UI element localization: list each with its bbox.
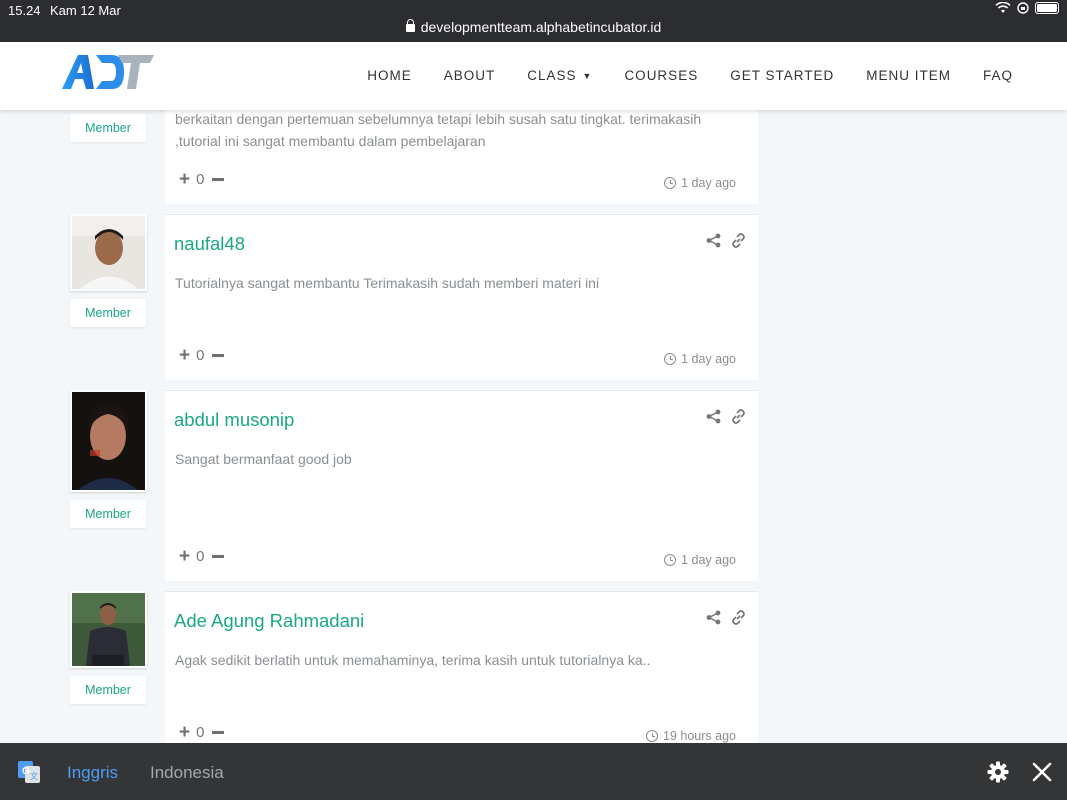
clock-icon (664, 177, 677, 189)
downvote-icon[interactable] (212, 178, 225, 181)
wifi-icon (995, 2, 1011, 13)
lock-icon (405, 19, 415, 32)
vote-count: 0 (196, 171, 205, 188)
avatar[interactable] (70, 390, 147, 492)
clock-icon (664, 554, 677, 566)
nav-class-label: CLASS (527, 68, 577, 83)
url-text: developmentteam.alphabetincubator.id (420, 19, 662, 35)
site-header: HOME ABOUT CLASS ▼ COURSES GET STARTED ME… (0, 42, 1067, 110)
comment-text: Tutorialnya sangat membantu Terimakasih … (175, 275, 600, 291)
upvote-icon[interactable]: + (179, 346, 190, 365)
downvote-icon[interactable] (212, 555, 225, 558)
url-bar[interactable]: developmentteam.alphabetincubator.id (0, 19, 1067, 35)
link-icon[interactable] (731, 233, 746, 248)
link-icon[interactable] (731, 409, 746, 424)
role-badge: Member (70, 500, 146, 528)
nav-home[interactable]: HOME (367, 68, 412, 83)
adt-logo-icon (62, 55, 154, 89)
upvote-icon[interactable]: + (179, 723, 190, 742)
nav-courses[interactable]: COURSES (624, 68, 698, 83)
avatar[interactable] (70, 591, 147, 668)
comment-item: Member Ade Agung Rahmadani Agak sedikit … (70, 591, 758, 743)
role-badge: Member (70, 676, 146, 704)
time-label: 1 day ago (681, 553, 736, 567)
role-badge: Member (70, 299, 146, 327)
time-label: 19 hours ago (663, 729, 736, 743)
comment-actions (706, 233, 746, 248)
avatar[interactable] (70, 214, 147, 291)
comment-author[interactable]: Ade Agung Rahmadani (174, 610, 364, 632)
comment-text: Sangat bermanfaat good job (175, 451, 352, 467)
comment-card: naufal48 Tutorialnya sangat membantu Ter… (165, 214, 758, 380)
comment-item: Member berkaitan dengan pertemuan sebelu… (70, 110, 758, 204)
comment-time: 1 day ago (664, 176, 736, 190)
vote-count: 0 (196, 548, 205, 565)
nav-about[interactable]: ABOUT (444, 68, 496, 83)
comment-time: 19 hours ago (646, 729, 736, 743)
browser-status-bar: 15.24 Kam 12 Mar developmentteam.alphabe… (0, 0, 1067, 42)
clock-icon (646, 730, 659, 742)
status-time: 15.24 (8, 3, 41, 18)
upvote-icon[interactable]: + (179, 547, 190, 566)
time-label: 1 day ago (681, 352, 736, 366)
vote-count: 0 (196, 724, 205, 741)
nav-class[interactable]: CLASS ▼ (527, 68, 592, 83)
comment-actions (706, 610, 746, 625)
caret-down-icon: ▼ (582, 71, 593, 81)
vote-controls: + 0 (179, 723, 225, 742)
comment-time: 1 day ago (664, 553, 736, 567)
google-translate-icon[interactable]: G 文 (18, 761, 40, 783)
comment-author[interactable]: abdul musonip (174, 409, 294, 431)
time-label: 1 day ago (681, 176, 736, 190)
nav-menu-item[interactable]: MENU ITEM (866, 68, 951, 83)
comment-item: Member naufal48 Tutorialnya sangat memba… (70, 214, 758, 380)
vote-controls: + 0 (179, 346, 225, 365)
svg-text:G: G (22, 766, 30, 777)
comment-card: berkaitan dengan pertemuan sebelumnya te… (165, 110, 758, 204)
share-icon[interactable] (706, 233, 721, 248)
vote-count: 0 (196, 347, 205, 364)
comment-text: Agak sedikit berlatih untuk memahaminya,… (175, 652, 651, 668)
comment-item: Member abdul musonip Sangat bermanfaat g… (70, 390, 758, 581)
svg-text:文: 文 (30, 771, 38, 781)
user-avatar-image (72, 593, 145, 666)
vote-controls: + 0 (179, 170, 225, 189)
comments-list: Member berkaitan dengan pertemuan sebelu… (0, 110, 1067, 743)
gear-icon[interactable] (987, 761, 1009, 783)
vote-controls: + 0 (179, 547, 225, 566)
language-target-tab[interactable]: Indonesia (150, 763, 224, 783)
status-icons (995, 2, 1059, 14)
main-nav: HOME ABOUT CLASS ▼ COURSES GET STARTED ME… (335, 68, 1013, 83)
share-icon[interactable] (706, 409, 721, 424)
comment-author[interactable]: naufal48 (174, 233, 245, 255)
nav-faq[interactable]: FAQ (983, 68, 1013, 83)
comment-time: 1 day ago (664, 352, 736, 366)
language-source-tab[interactable]: Inggris (67, 763, 118, 783)
battery-icon (1035, 2, 1059, 14)
clock-icon (664, 353, 677, 365)
status-date: Kam 12 Mar (50, 3, 121, 18)
nav-get-started[interactable]: GET STARTED (730, 68, 834, 83)
comment-text: berkaitan dengan pertemuan sebelumnya te… (175, 111, 702, 149)
user-avatar-image (72, 216, 145, 289)
downvote-icon[interactable] (212, 731, 225, 734)
upvote-icon[interactable]: + (179, 170, 190, 189)
site-logo[interactable] (60, 51, 156, 96)
comment-card: abdul musonip Sangat bermanfaat good job… (165, 390, 758, 581)
orientation-lock-icon (1017, 2, 1029, 14)
comment-actions (706, 409, 746, 424)
downvote-icon[interactable] (212, 354, 225, 357)
translate-bar: G 文 Inggris Indonesia (0, 743, 1067, 800)
close-icon[interactable] (1031, 761, 1053, 783)
role-badge: Member (70, 114, 146, 142)
comment-card: Ade Agung Rahmadani Agak sedikit berlati… (165, 591, 758, 743)
link-icon[interactable] (731, 610, 746, 625)
share-icon[interactable] (706, 610, 721, 625)
user-avatar-image (72, 392, 145, 490)
